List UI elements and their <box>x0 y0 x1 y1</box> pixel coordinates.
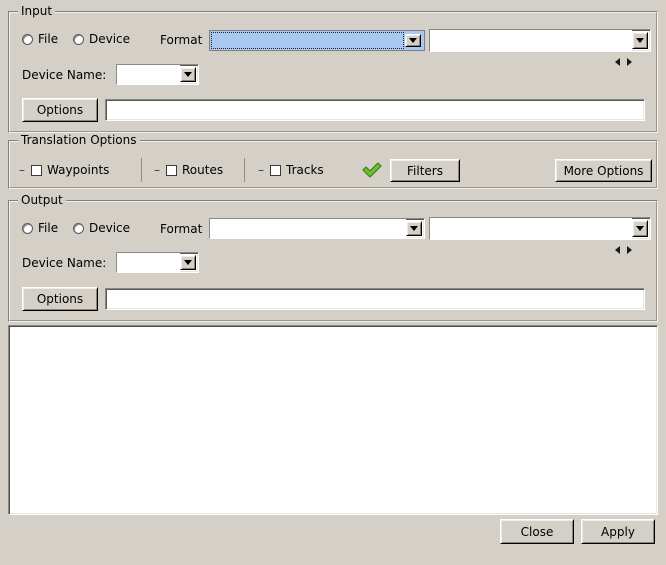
chevron-down-icon <box>184 260 192 265</box>
input-group-title: Input <box>18 4 55 18</box>
output-format-label: Format <box>160 222 202 236</box>
filters-button[interactable]: Filters <box>390 159 460 182</box>
input-format-label: Format <box>160 33 202 47</box>
output-device-name-label: Device Name: <box>22 256 106 270</box>
routes-label: Routes <box>182 163 223 177</box>
output-device-name-arrow-button[interactable] <box>180 255 196 270</box>
translation-separator-1 <box>141 158 142 182</box>
output-group-title: Output <box>18 193 66 207</box>
waypoints-label: Waypoints <box>47 163 109 177</box>
output-options-field[interactable] <box>105 288 645 310</box>
triangle-left-icon[interactable] <box>615 246 620 254</box>
input-device-name-label: Device Name: <box>22 68 106 82</box>
input-source-device-radio[interactable]: Device <box>73 32 130 46</box>
chevron-down-icon <box>409 38 417 43</box>
input-source-device-label: Device <box>89 32 130 46</box>
checkbox-box-icon <box>166 165 177 176</box>
output-device-name-value <box>117 253 180 272</box>
input-source-file-radio[interactable]: File <box>22 32 58 46</box>
input-device-name-arrow-button[interactable] <box>180 67 196 82</box>
input-secondary-combo-arrow-button[interactable] <box>632 32 648 49</box>
triangle-right-icon[interactable] <box>627 246 632 254</box>
radio-circle-icon <box>73 223 84 234</box>
output-device-name-combo[interactable] <box>116 252 199 273</box>
more-options-button[interactable]: More Options <box>555 159 652 182</box>
output-source-file-label: File <box>38 221 58 235</box>
translation-options-title: Translation Options <box>18 133 140 147</box>
routes-checkbox[interactable]: – Routes <box>154 163 223 177</box>
chevron-down-icon <box>636 226 644 231</box>
triangle-right-icon[interactable] <box>627 58 632 66</box>
tracks-dash-marker: – <box>258 165 264 175</box>
output-nav-arrows[interactable] <box>615 246 632 254</box>
output-source-device-radio[interactable]: Device <box>73 221 130 235</box>
output-format-combo[interactable] <box>209 218 425 239</box>
output-options-button[interactable]: Options <box>22 287 98 311</box>
input-device-name-combo[interactable] <box>116 64 199 85</box>
checkbox-box-icon <box>270 165 281 176</box>
translation-separator-2 <box>244 158 245 182</box>
tracks-checkbox[interactable]: – Tracks <box>258 163 324 177</box>
output-secondary-combo-arrow-button[interactable] <box>632 220 648 237</box>
input-options-button[interactable]: Options <box>22 98 98 122</box>
chevron-down-icon <box>410 226 418 231</box>
radio-circle-icon <box>73 34 84 45</box>
input-device-name-value <box>117 65 180 84</box>
waypoints-dash-marker: – <box>19 165 25 175</box>
output-source-file-radio[interactable]: File <box>22 221 58 235</box>
green-check-icon <box>361 161 383 179</box>
radio-circle-icon <box>22 223 33 234</box>
input-secondary-combo-value <box>430 30 632 51</box>
output-secondary-combo-value <box>430 218 632 239</box>
gps-translator-window: Input File Device Format Device Name: Op… <box>0 0 666 565</box>
output-secondary-combo[interactable] <box>429 217 651 240</box>
input-secondary-combo[interactable] <box>429 29 651 52</box>
input-nav-arrows[interactable] <box>615 58 632 66</box>
tracks-label: Tracks <box>286 163 324 177</box>
input-format-combo-value <box>211 32 404 49</box>
log-output-panel[interactable] <box>8 325 658 515</box>
output-format-combo-value <box>210 219 406 238</box>
routes-dash-marker: – <box>154 165 160 175</box>
checkbox-box-icon <box>31 165 42 176</box>
output-source-device-label: Device <box>89 221 130 235</box>
input-options-field[interactable] <box>105 99 645 121</box>
chevron-down-icon <box>184 72 192 77</box>
output-format-combo-arrow-button[interactable] <box>406 221 422 236</box>
triangle-left-icon[interactable] <box>615 58 620 66</box>
close-button[interactable]: Close <box>500 519 574 544</box>
input-format-combo[interactable] <box>209 30 425 51</box>
radio-circle-icon <box>22 34 33 45</box>
input-format-combo-arrow-button[interactable] <box>405 34 421 47</box>
apply-button[interactable]: Apply <box>581 519 655 544</box>
waypoints-checkbox[interactable]: – Waypoints <box>19 163 109 177</box>
chevron-down-icon <box>636 38 644 43</box>
input-source-file-label: File <box>38 32 58 46</box>
